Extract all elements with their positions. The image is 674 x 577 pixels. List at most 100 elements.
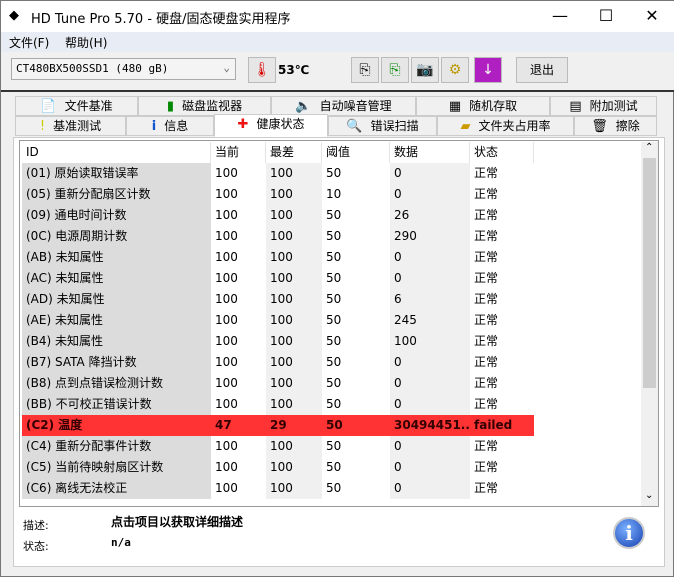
cell-current: 100 bbox=[211, 289, 266, 310]
scroll-up-icon[interactable]: ⌃ bbox=[645, 142, 653, 153]
description-value: 点击项目以获取详细描述 bbox=[111, 515, 244, 529]
cell-id: (B7) SATA 降挡计数 bbox=[22, 352, 211, 373]
cell-current: 100 bbox=[211, 247, 266, 268]
table-row[interactable]: (C6) 离线无法校正 100 100 50 0 正常 bbox=[22, 478, 534, 499]
cell-id: (AD) 未知属性 bbox=[22, 289, 211, 310]
tab-aam[interactable]: 🔈 自动噪音管理 bbox=[271, 96, 416, 116]
header-data[interactable]: 数据 bbox=[390, 142, 470, 163]
table-row[interactable]: (C4) 重新分配事件计数 100 100 50 0 正常 bbox=[22, 436, 534, 457]
cell-data: 0 bbox=[390, 373, 470, 394]
tab-label: 自动噪音管理 bbox=[319, 99, 392, 113]
menu-file[interactable]: 文件(F) bbox=[9, 34, 49, 51]
table-row[interactable]: (09) 通电时间计数 100 100 50 26 正常 bbox=[22, 205, 534, 226]
cell-data: 0 bbox=[390, 394, 470, 415]
scrollbar-thumb[interactable] bbox=[643, 158, 656, 388]
cell-data: 0 bbox=[390, 457, 470, 478]
table-row[interactable]: (BB) 不可校正错误计数 100 100 50 0 正常 bbox=[22, 394, 534, 415]
cell-status: 正常 bbox=[470, 163, 534, 184]
table-row[interactable]: (B7) SATA 降挡计数 100 100 50 0 正常 bbox=[22, 352, 534, 373]
header-id[interactable]: ID bbox=[22, 142, 211, 163]
tab-random-access[interactable]: ▦ 随机存取 bbox=[416, 96, 550, 116]
copy-image-button[interactable]: ⎘ bbox=[381, 57, 409, 83]
tab-disk-monitor[interactable]: ▮ 磁盘监视器 bbox=[138, 96, 271, 116]
screenshot-camera-button[interactable]: 📷 bbox=[411, 57, 439, 83]
tab-label: 擦除 bbox=[615, 119, 640, 133]
cell-id: (0C) 电源周期计数 bbox=[22, 226, 211, 247]
cell-worst: 100 bbox=[266, 373, 322, 394]
tab-label: 文件基准 bbox=[64, 99, 113, 113]
cell-current: 47 bbox=[211, 415, 266, 436]
table-row[interactable]: (AE) 未知属性 100 100 50 245 正常 bbox=[22, 310, 534, 331]
table-row[interactable]: (AB) 未知属性 100 100 50 0 正常 bbox=[22, 247, 534, 268]
table-row[interactable]: (01) 原始读取错误率 100 100 50 0 正常 bbox=[22, 163, 534, 184]
cell-threshold: 50 bbox=[322, 268, 390, 289]
cell-status: 正常 bbox=[470, 373, 534, 394]
cell-current: 100 bbox=[211, 268, 266, 289]
cell-threshold: 50 bbox=[322, 352, 390, 373]
chevron-down-icon: ⌄ bbox=[223, 61, 230, 74]
cell-threshold: 50 bbox=[322, 310, 390, 331]
table-row[interactable]: (AD) 未知属性 100 100 50 6 正常 bbox=[22, 289, 534, 310]
smart-table: ID 当前 最差 阈值 数据 状态 (01) 原始读取错误率 100 100 50 0 正… bbox=[19, 140, 659, 507]
tab-label: 健康状态 bbox=[256, 117, 305, 131]
tab-benchmark[interactable]: ! 基准测试 bbox=[15, 116, 126, 136]
info-icon[interactable]: i bbox=[613, 517, 645, 549]
file-benchmark-icon: 📄 bbox=[40, 99, 57, 114]
cell-status: 正常 bbox=[470, 478, 534, 499]
tab-erase[interactable]: 🗑 擦除 bbox=[574, 116, 657, 136]
cell-threshold: 50 bbox=[322, 373, 390, 394]
cell-data: 0 bbox=[390, 247, 470, 268]
scrollbar[interactable]: ⌃ ⌄ bbox=[641, 142, 658, 506]
cell-worst: 29 bbox=[266, 415, 322, 436]
close-button[interactable]: ✕ bbox=[629, 1, 674, 32]
table-row[interactable]: (C5) 当前待映射扇区计数 100 100 50 0 正常 bbox=[22, 457, 534, 478]
cell-id: (C4) 重新分配事件计数 bbox=[22, 436, 211, 457]
table-row[interactable]: (05) 重新分配扇区计数 100 100 10 0 正常 bbox=[22, 184, 534, 205]
tab-folder-usage[interactable]: ▰ 文件夹占用率 bbox=[437, 116, 574, 136]
cell-worst: 100 bbox=[266, 268, 322, 289]
cell-data: 100 bbox=[390, 331, 470, 352]
exit-button[interactable]: 退出 bbox=[516, 57, 568, 83]
cell-worst: 100 bbox=[266, 289, 322, 310]
cell-data: 0 bbox=[390, 268, 470, 289]
cell-current: 100 bbox=[211, 373, 266, 394]
cell-threshold: 50 bbox=[322, 247, 390, 268]
maximize-button[interactable]: ☐ bbox=[583, 1, 629, 32]
description-label: 描述: bbox=[23, 519, 49, 532]
table-row[interactable]: (AC) 未知属性 100 100 50 0 正常 bbox=[22, 268, 534, 289]
table-row[interactable]: (B4) 未知属性 100 100 50 100 正常 bbox=[22, 331, 534, 352]
tab-extra-tests[interactable]: ▤ 附加测试 bbox=[550, 96, 657, 116]
table-row[interactable]: (B8) 点到点错误检测计数 100 100 50 0 正常 bbox=[22, 373, 534, 394]
cell-current: 100 bbox=[211, 226, 266, 247]
cell-id: (05) 重新分配扇区计数 bbox=[22, 184, 211, 205]
tab-health[interactable]: ✚ 健康状态 bbox=[214, 114, 328, 137]
cell-worst: 100 bbox=[266, 394, 322, 415]
tab-file-benchmark[interactable]: 📄 文件基准 bbox=[15, 96, 138, 116]
table-row[interactable]: (C2) 温度 47 29 50 30494451... failed bbox=[22, 415, 534, 436]
cell-id: (BB) 不可校正错误计数 bbox=[22, 394, 211, 415]
cell-worst: 100 bbox=[266, 310, 322, 331]
menu-bar: 文件(F) 帮助(H) bbox=[1, 32, 674, 52]
minimize-button[interactable]: — bbox=[537, 1, 583, 32]
tab-label: 信息 bbox=[164, 119, 189, 133]
cell-status: 正常 bbox=[470, 184, 534, 205]
cell-data: 0 bbox=[390, 436, 470, 457]
cell-current: 100 bbox=[211, 457, 266, 478]
header-threshold[interactable]: 阈值 bbox=[322, 142, 390, 163]
header-status[interactable]: 状态 bbox=[470, 142, 534, 163]
cell-current: 100 bbox=[211, 436, 266, 457]
scroll-down-icon[interactable]: ⌄ bbox=[645, 490, 653, 501]
cell-worst: 100 bbox=[266, 457, 322, 478]
options-gear-button[interactable]: ⚙ bbox=[441, 57, 469, 83]
table-row[interactable]: (0C) 电源周期计数 100 100 50 290 正常 bbox=[22, 226, 534, 247]
header-current[interactable]: 当前 bbox=[211, 142, 266, 163]
tab-info[interactable]: i 信息 bbox=[126, 116, 214, 136]
drive-select[interactable]: CT480BX500SSD1 (480 gB) ⌄ bbox=[11, 58, 236, 80]
save-down-arrow-button[interactable]: ↓ bbox=[474, 57, 502, 83]
copy-text-button[interactable]: ⎘ bbox=[351, 57, 379, 83]
menu-help[interactable]: 帮助(H) bbox=[65, 34, 107, 51]
cell-status: 正常 bbox=[470, 310, 534, 331]
cell-current: 100 bbox=[211, 352, 266, 373]
tab-error-scan[interactable]: 🔍 错误扫描 bbox=[328, 116, 437, 136]
header-worst[interactable]: 最差 bbox=[266, 142, 322, 163]
